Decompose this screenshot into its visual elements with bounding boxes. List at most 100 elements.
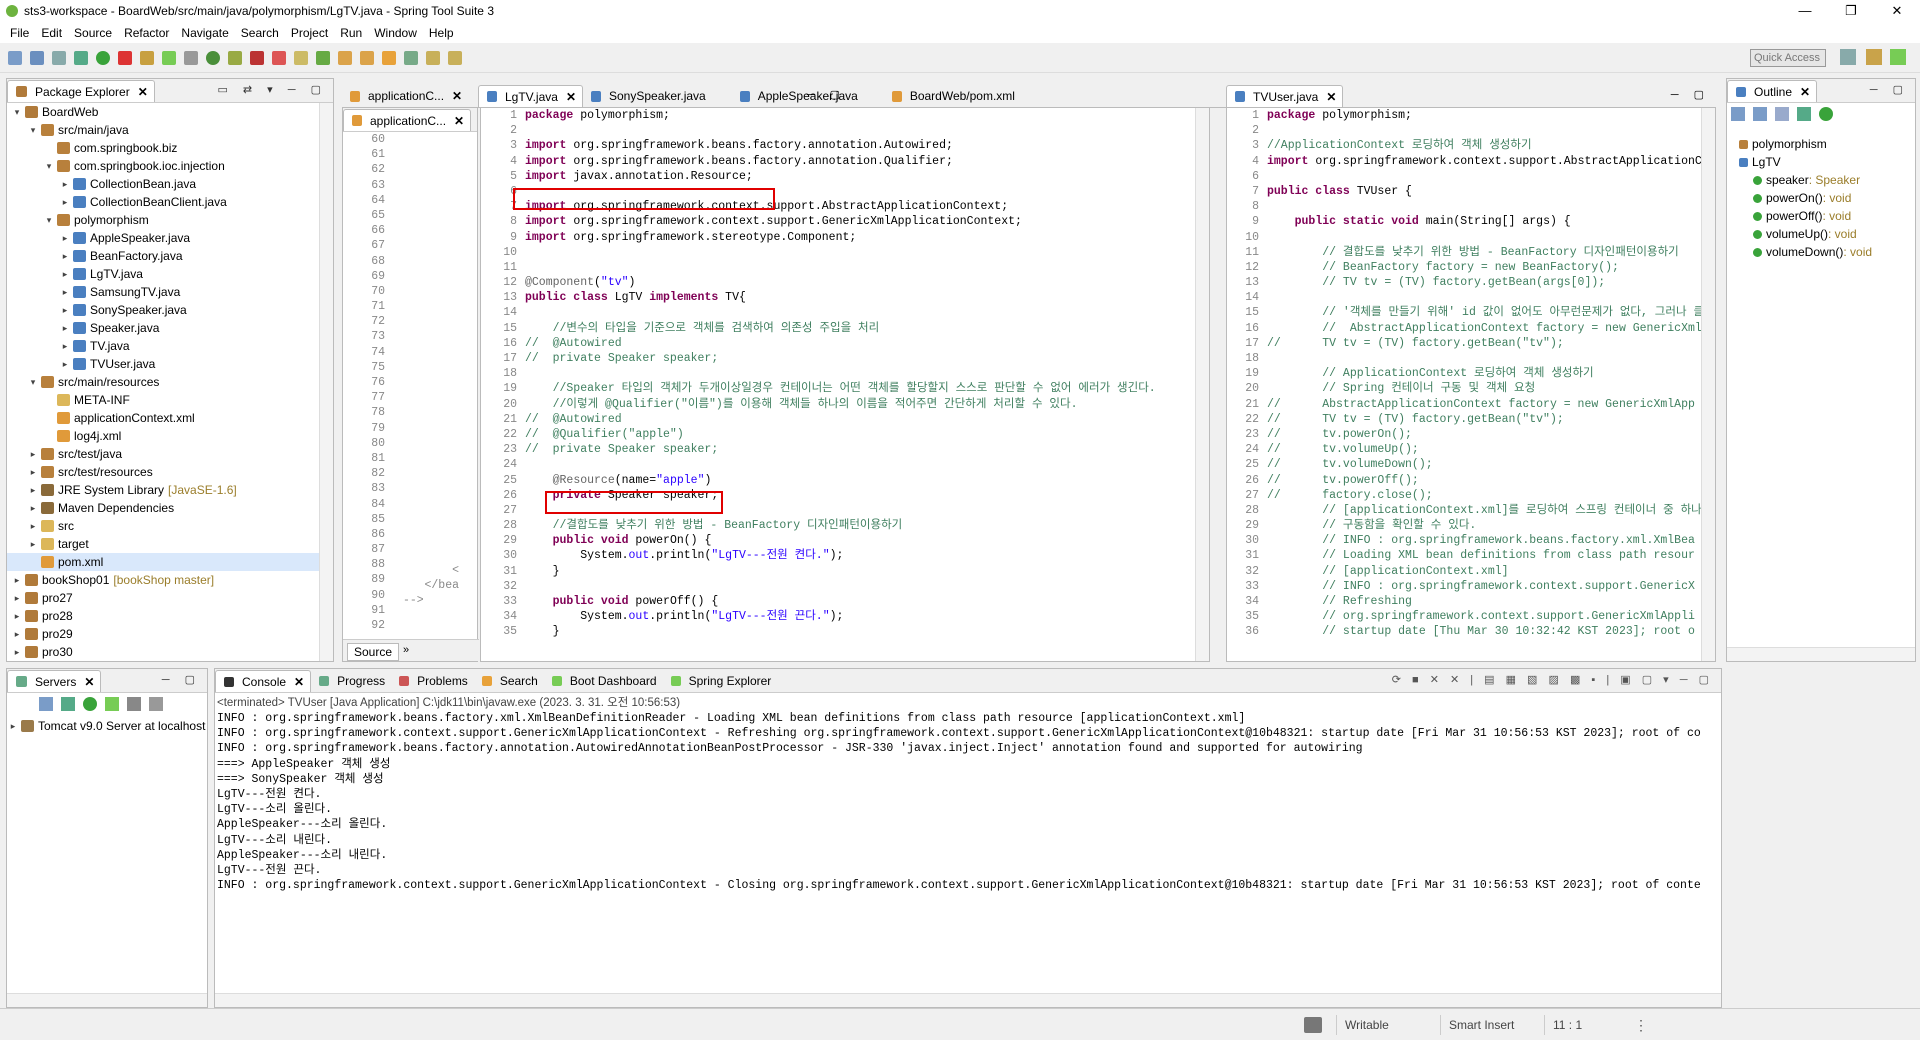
tab-problems[interactable]: Problems	[391, 670, 474, 692]
close-icon[interactable]: ✕	[452, 89, 462, 103]
minimize-button[interactable]: —	[1782, 0, 1828, 22]
editor-min-max-controls[interactable]: ─ ▢	[807, 88, 846, 101]
tree-item[interactable]: applicationContext.xml	[7, 409, 319, 427]
close-icon[interactable]: ✕	[454, 114, 464, 128]
vertical-scrollbar[interactable]	[319, 103, 333, 661]
expand-toggle-icon[interactable]: ▸	[59, 283, 71, 301]
terminate-icon[interactable]	[250, 50, 264, 65]
tree-item[interactable]: ▸ AppleSpeaker.java	[7, 229, 319, 247]
tab-source[interactable]: Source	[347, 643, 400, 661]
tab-application-context-header[interactable]: applicationC... ✕	[342, 85, 478, 107]
expand-toggle-icon[interactable]: ▾	[27, 121, 39, 139]
menu-file[interactable]: File	[4, 26, 35, 40]
open-type-icon[interactable]	[338, 50, 352, 65]
tree-item[interactable]: ▸ TVUser.java	[7, 355, 319, 373]
expand-toggle-icon[interactable]: ▸	[59, 175, 71, 193]
tab-search[interactable]: Search	[474, 670, 544, 692]
tree-item[interactable]: ▾ src/main/java	[7, 121, 319, 139]
expand-toggle-icon[interactable]: ▸	[11, 643, 23, 661]
tab-package-explorer[interactable]: Package Explorer ✕	[7, 80, 155, 102]
menu-navigate[interactable]: Navigate	[175, 26, 234, 40]
tree-item[interactable]: ▾ BoardWeb	[7, 103, 319, 121]
external-tools-icon[interactable]	[272, 50, 286, 65]
outline-item[interactable]: volumeDown() : void	[1727, 243, 1901, 261]
tree-item[interactable]: META-INF	[7, 391, 319, 409]
close-icon[interactable]: ✕	[566, 90, 576, 104]
hide-non-public-icon[interactable]	[1819, 107, 1833, 121]
debug-server-icon[interactable]	[61, 697, 75, 711]
horizontal-scrollbar[interactable]	[7, 993, 207, 1007]
java-ee-perspective-icon[interactable]	[1866, 49, 1882, 65]
tree-item[interactable]: ▸ JRE System Library [JavaSE-1.6]	[7, 481, 319, 499]
tree-item[interactable]: ▾ src/main/resources	[7, 373, 319, 391]
tree-item[interactable]: ▸ pro30	[7, 643, 319, 661]
view-menu-controls[interactable]: ▭ ⇄ ▾ ─ ▢	[217, 83, 327, 96]
tab-outline[interactable]: Outline ✕	[1727, 80, 1818, 102]
new-icon[interactable]	[8, 50, 22, 65]
forward-arrow-icon[interactable]	[448, 50, 462, 65]
vertical-scrollbar[interactable]	[1701, 108, 1715, 661]
menu-run[interactable]: Run	[334, 26, 368, 40]
close-icon[interactable]: ✕	[1800, 85, 1810, 99]
menu-source[interactable]: Source	[68, 26, 118, 40]
tree-item[interactable]: ▸ Speaker.java	[7, 319, 319, 337]
expand-toggle-icon[interactable]: ▾	[43, 211, 55, 229]
close-icon[interactable]: ✕	[84, 675, 94, 689]
outline-item[interactable]: powerOff() : void	[1727, 207, 1901, 225]
menu-edit[interactable]: Edit	[35, 26, 68, 40]
server-item[interactable]: ▸ Tomcat v9.0 Server at localhost	[7, 717, 207, 735]
view-controls[interactable]: ─ ▢	[1870, 83, 1909, 96]
expand-toggle-icon[interactable]: ▾	[43, 157, 55, 175]
tree-item[interactable]: ▸ Maven Dependencies	[7, 499, 319, 517]
expand-icon[interactable]: ▸	[7, 721, 19, 732]
tree-item[interactable]: ▸ CollectionBeanClient.java	[7, 193, 319, 211]
hide-fields-icon[interactable]	[1775, 107, 1789, 121]
expand-toggle-icon[interactable]: ▸	[59, 301, 71, 319]
start-server-icon[interactable]	[83, 697, 97, 711]
sort-icon[interactable]	[1753, 107, 1767, 121]
menu-project[interactable]: Project	[285, 26, 334, 40]
quick-access-field[interactable]: Quick Access	[1750, 49, 1826, 67]
spring-perspective-icon[interactable]	[1890, 49, 1906, 65]
close-icon[interactable]: ✕	[138, 85, 148, 99]
tab-application-context[interactable]: applicationC... ✕	[343, 109, 472, 131]
tab-tvuser-java[interactable]: TVUser.java ✕	[1226, 85, 1344, 107]
tree-item[interactable]: ▸ SonySpeaker.java	[7, 301, 319, 319]
editor-min-max-controls[interactable]: ─ ▢	[1671, 88, 1710, 101]
expand-toggle-icon[interactable]: ▸	[59, 247, 71, 265]
menu-window[interactable]: Window	[368, 26, 423, 40]
expand-toggle-icon[interactable]: ▸	[27, 499, 39, 517]
tree-item[interactable]: pom.xml	[7, 553, 319, 571]
tab-lgtv-java[interactable]: LgTV.java ✕	[478, 85, 583, 107]
expand-toggle-icon[interactable]: ▸	[27, 445, 39, 463]
more-icon[interactable]: ⋮	[1634, 1017, 1648, 1034]
run-icon[interactable]	[206, 50, 220, 65]
refresh-icon[interactable]	[316, 50, 330, 65]
tab-pom-xml[interactable]: BoardWeb/pom.xml	[884, 85, 1021, 107]
tree-item[interactable]: ▸ CollectionBean.java	[7, 175, 319, 193]
expand-toggle-icon[interactable]: ▸	[59, 355, 71, 373]
expand-toggle-icon[interactable]: ▾	[11, 103, 23, 121]
profile-server-icon[interactable]	[105, 697, 119, 711]
save-icon[interactable]	[30, 50, 44, 65]
tree-item[interactable]: ▸ SamsungTV.java	[7, 283, 319, 301]
more-tabs-icon[interactable]: »	[403, 644, 409, 656]
console-icon[interactable]	[74, 50, 88, 65]
console-toolbar[interactable]: ⟳ ■ ✕ ✕ | ▤ ▦ ▧ ▨ ▩ ▪ | ▣ ▢ ▾ ─ ▢	[1392, 673, 1713, 686]
outline-item[interactable]: LgTV	[1727, 153, 1901, 171]
toggle-icon[interactable]	[184, 50, 198, 65]
tree-item[interactable]: ▸ src	[7, 517, 319, 535]
expand-toggle-icon[interactable]: ▸	[11, 625, 23, 643]
tab-console[interactable]: Console ✕	[215, 670, 312, 692]
start-server-icon[interactable]	[96, 50, 110, 65]
tree-item[interactable]: ▸ pro28	[7, 607, 319, 625]
expand-toggle-icon[interactable]: ▸	[59, 265, 71, 283]
tab-sony-speaker-java[interactable]: SonySpeaker.java	[583, 85, 712, 107]
boot-icon[interactable]	[140, 50, 154, 65]
outline-item[interactable]: volumeUp() : void	[1727, 225, 1901, 243]
back-arrow-icon[interactable]	[426, 50, 440, 65]
outline-item[interactable]: polymorphism	[1727, 135, 1901, 153]
expand-toggle-icon[interactable]: ▸	[11, 589, 23, 607]
horizontal-scrollbar[interactable]	[215, 993, 1721, 1007]
publish-icon[interactable]	[149, 697, 163, 711]
